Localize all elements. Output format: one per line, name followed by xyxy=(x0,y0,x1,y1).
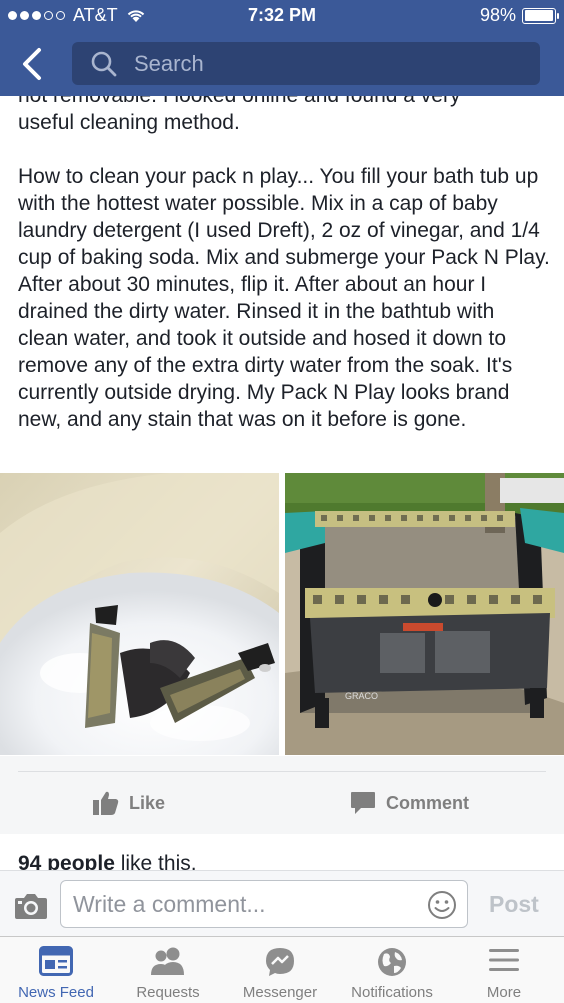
post-text: not removable. I looked online and found… xyxy=(0,96,564,472)
battery-icon xyxy=(522,7,559,24)
menu-icon xyxy=(489,949,519,971)
post-text-line: useful cleaning method. xyxy=(18,111,240,134)
tab-label: News Feed xyxy=(18,984,94,1001)
tab-label: More xyxy=(486,984,522,1001)
news-feed-icon xyxy=(39,946,73,976)
post-text-body: How to clean your pack n play... You fil… xyxy=(18,165,550,431)
tab-label: Notifications xyxy=(351,984,433,1001)
thumbs-up-icon xyxy=(93,791,119,815)
chevron-left-icon xyxy=(23,48,41,80)
tab-bar: News Feed Requests Messenger Notificatio… xyxy=(0,936,564,1003)
globe-icon xyxy=(378,948,406,976)
tab-label: Requests xyxy=(136,984,200,1001)
comment-button[interactable]: Comment xyxy=(350,788,469,818)
search-placeholder: Search xyxy=(134,50,204,76)
like-label: Like xyxy=(129,792,166,813)
messenger-icon xyxy=(266,948,294,976)
camera-button[interactable] xyxy=(14,892,48,920)
like-button[interactable]: Like xyxy=(93,788,165,818)
post-actions: Like Comment xyxy=(0,756,564,834)
comment-placeholder: Write a comment... xyxy=(73,890,266,917)
tab-news-feed[interactable]: News Feed xyxy=(0,937,112,1003)
emoji-icon[interactable] xyxy=(427,890,457,920)
tab-more[interactable]: More xyxy=(448,937,560,1003)
tab-messenger[interactable]: Messenger xyxy=(224,937,336,1003)
comment-composer: Write a comment... Post xyxy=(0,870,564,936)
search-icon xyxy=(91,51,117,76)
likes-summary[interactable]: 94 people like this. xyxy=(0,834,564,870)
divider xyxy=(18,771,546,772)
comment-icon xyxy=(351,792,375,814)
svg-text:GRACO: GRACO xyxy=(345,691,378,701)
photo-pack-n-play[interactable]: GRACO xyxy=(285,473,564,755)
post-comment-button[interactable]: Post xyxy=(489,891,539,918)
camera-icon xyxy=(15,894,47,919)
post-text-cut-line: not removable. I looked online and found… xyxy=(18,96,548,109)
comment-input[interactable]: Write a comment... xyxy=(60,880,468,928)
battery-percent: 98% xyxy=(479,5,516,25)
top-bar: AT&T 7:32 PM 98% Search xyxy=(0,0,564,96)
status-bar: AT&T 7:32 PM 98% xyxy=(0,0,564,30)
tab-requests[interactable]: Requests xyxy=(112,937,224,1003)
requests-icon xyxy=(151,947,184,975)
back-button[interactable] xyxy=(14,44,54,84)
tab-label: Messenger xyxy=(242,984,318,1001)
photo-bathtub[interactable] xyxy=(0,473,279,755)
tab-notifications[interactable]: Notifications xyxy=(336,937,448,1003)
likes-count[interactable]: 94 people xyxy=(18,852,115,870)
search-input[interactable]: Search xyxy=(72,42,540,85)
comment-label: Comment xyxy=(386,792,470,813)
likes-suffix: like this. xyxy=(114,852,197,870)
